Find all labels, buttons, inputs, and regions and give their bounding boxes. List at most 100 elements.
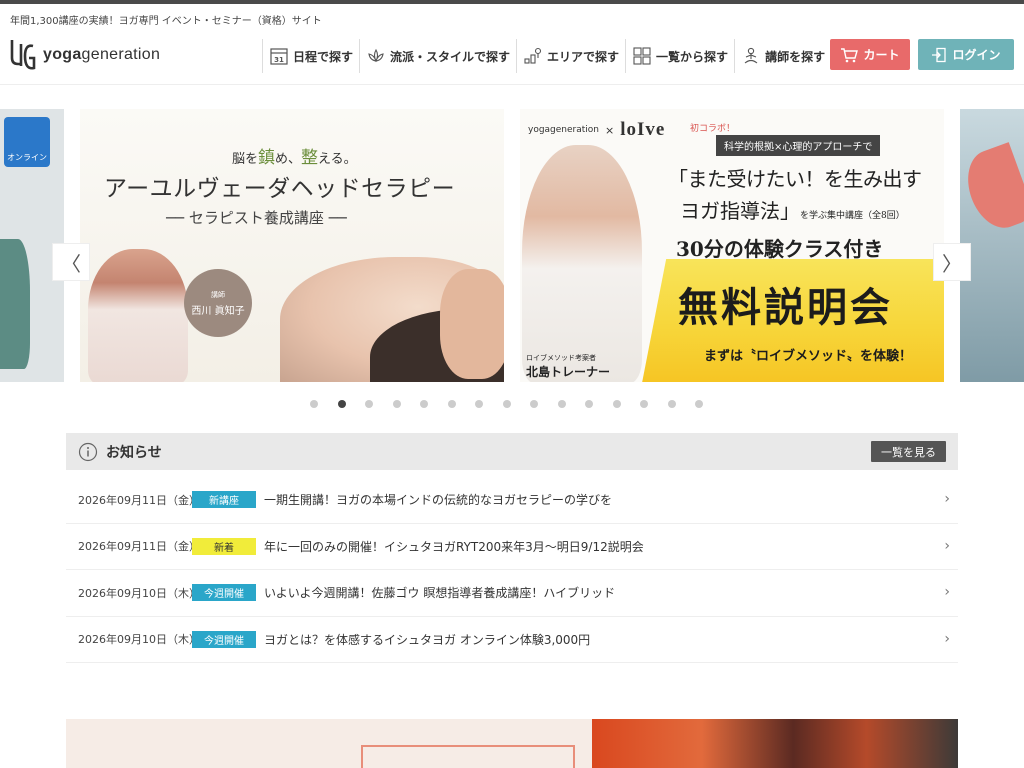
catch-part: め、	[275, 152, 302, 167]
news-title: ヨガとは？を体感するイシュタヨガ オンライン体験3,000円	[264, 632, 591, 647]
slide2-tag: 科学的根拠×心理的アプローチで	[716, 135, 881, 156]
lotus-icon	[368, 48, 384, 63]
logo-text-bold: yoga	[43, 46, 82, 63]
catch-part: 脳を	[232, 152, 259, 167]
news-badge: 今週開催	[192, 584, 256, 602]
news-row[interactable]: 2026年09月10日（木） 今週開催 いよいよ今週開講！佐藤ゴウ 瞑想指導者養成講…	[66, 570, 958, 617]
nav-area-label: エリアで探す	[547, 49, 620, 64]
headline-main: ヨガ指導法」	[680, 199, 800, 223]
logo-mark-icon	[10, 40, 36, 70]
calendar-day: 31	[274, 56, 284, 64]
site-logo[interactable]: yogageneration	[9, 34, 179, 76]
carousel-dot[interactable]	[557, 400, 566, 408]
login-label: ログイン	[952, 48, 1001, 62]
carousel-dot[interactable]	[530, 400, 538, 408]
news-title: いよいよ今週開講！佐藤ゴウ 瞑想指導者養成講座！ハイブリッド	[264, 586, 616, 601]
online-badge-label: オンライン	[7, 153, 47, 162]
nav-schedule[interactable]: 31 日程で探す	[262, 39, 359, 73]
chevron-right-icon: ›	[944, 630, 950, 647]
carousel-pagination	[310, 400, 723, 408]
instructor-role: 講師	[211, 290, 225, 299]
promo-image	[592, 719, 958, 768]
hero-carousel: オンライン 脳を鎮め、整える。 アーユルヴェーダヘッドセラピー ── セラピスト…	[0, 109, 1024, 383]
carousel-dot[interactable]	[585, 400, 593, 408]
slide2-brands: yogageneration × loIve	[528, 119, 665, 141]
cart-button[interactable]: カート	[830, 39, 910, 70]
promo-frame	[361, 745, 575, 768]
carousel-dot[interactable]	[365, 400, 373, 408]
brand-loive: loIve	[620, 119, 666, 140]
news-badge: 今週開催	[192, 630, 256, 648]
scarf-image	[960, 142, 1024, 236]
slide2-free-seminar: 無料説明会	[678, 284, 893, 331]
nav-style[interactable]: 流派・スタイルで探す	[359, 39, 516, 73]
nav-list[interactable]: 一覧から探す	[625, 39, 734, 73]
news-date: 2026年09月10日（木）	[78, 633, 200, 647]
news-row[interactable]: 2026年09月10日（木） 今週開催 ヨガとは？を体感するイシュタヨガ オンライン…	[66, 617, 958, 663]
instructor-name: 西川 眞知子	[191, 305, 245, 317]
news-date: 2026年09月10日（木）	[78, 586, 200, 600]
news-row[interactable]: 2026年09月11日（金） 新着 年に一回のみの開催！イシュタヨガRYT200来年…	[66, 524, 958, 570]
header-divider	[0, 84, 1024, 85]
carousel-prev-button[interactable]: 〈	[52, 243, 90, 281]
carousel-dot[interactable]	[310, 400, 318, 408]
nav-list-label: 一覧から探す	[656, 49, 729, 64]
carousel-dot[interactable]	[612, 400, 621, 408]
trainer-photo	[522, 145, 642, 382]
login-button[interactable]: ログイン	[918, 39, 1014, 70]
trainer-role: ロイブメソッド考案者	[526, 354, 596, 362]
trainer-caption: ロイブメソッド考案者 北島トレーナー	[526, 353, 610, 380]
carousel-dot[interactable]	[447, 400, 456, 408]
nav-instructor[interactable]: 講師を探す	[734, 39, 831, 73]
chevron-left-icon: 〈	[61, 251, 81, 276]
logo-text-light: generation	[81, 46, 161, 63]
logo-text: yogageneration	[43, 46, 160, 64]
nav-area[interactable]: エリアで探す	[516, 39, 625, 73]
news-row[interactable]: 2026年09月11日（金） 新講座 一期生開講！ヨガの本場インドの伝統的なヨガセラ…	[66, 477, 958, 524]
carousel-dot[interactable]	[502, 400, 511, 408]
instructor-icon	[744, 47, 758, 64]
news-list: 2026年09月11日（金） 新講座 一期生開講！ヨガの本場インドの伝統的なヨガセラ…	[66, 477, 958, 663]
carousel-dot[interactable]	[475, 400, 483, 408]
slide2-headline-2: ヨガ指導法」を学ぶ集中講座（全8回）	[680, 195, 905, 224]
news-date: 2026年09月11日（金）	[78, 540, 200, 554]
view-all-button[interactable]: 一覧を見る	[871, 441, 946, 462]
chevron-right-icon: ›	[944, 537, 950, 554]
top-border	[0, 0, 1024, 4]
info-icon	[78, 442, 98, 461]
login-icon	[932, 47, 947, 62]
slide1-title: アーユルヴェーダヘッドセラピー	[104, 176, 456, 202]
grid-icon	[633, 47, 651, 65]
catch-part: 整	[301, 148, 319, 168]
news-title: 年に一回のみの開催！イシュタヨガRYT200来年3月～明日9/12説明会	[264, 539, 644, 554]
promo-banner[interactable]	[66, 719, 958, 768]
carousel-dot[interactable]	[392, 400, 401, 408]
carousel-dot[interactable]	[667, 400, 676, 408]
trainer-name: 北島トレーナー	[526, 365, 611, 379]
collab-label: 初コラボ！	[690, 124, 736, 134]
carousel-dot[interactable]	[640, 400, 648, 408]
slide2-trial: 30分の体験クラス付き	[676, 237, 884, 261]
nav-style-label: 流派・スタイルで探す	[390, 49, 511, 64]
carousel-slide-head-therapy[interactable]: 脳を鎮め、整える。 アーユルヴェーダヘッドセラピー ── セラピスト養成講座 ─…	[80, 109, 504, 382]
carousel-dot[interactable]	[420, 400, 428, 408]
cart-label: カート	[863, 48, 900, 62]
carousel-dot[interactable]	[337, 400, 346, 408]
main-nav: 31 日程で探す 流派・スタイルで探す エリアで探す 一覧から探す 講師を探す	[262, 39, 831, 73]
notice-title: お知らせ	[106, 444, 162, 461]
news-badge: 新着	[192, 537, 256, 555]
carousel-next-button[interactable]: 〉	[933, 243, 971, 281]
carousel-dot[interactable]	[695, 400, 703, 408]
slide2-cta-text: まずは〝ロイブメソッド〟を体験！	[704, 349, 913, 364]
carousel-slide-loive-seminar[interactable]: yogageneration × loIve 初コラボ！ 科学的根拠×心理的アプ…	[520, 109, 944, 382]
chevron-right-icon: ›	[944, 584, 950, 600]
online-badge: オンライン	[4, 117, 50, 167]
notice-header: お知らせ 一覧を見る	[66, 433, 958, 470]
nav-instructor-label: 講師を探す	[765, 49, 826, 64]
map-pin-icon	[524, 47, 542, 64]
instructor-badge: 講師 西川 眞知子	[184, 269, 252, 337]
slide1-subtitle: ── セラピスト養成講座 ──	[166, 209, 347, 227]
cart-icon	[841, 47, 859, 62]
brand-yogageneration: yogageneration	[528, 125, 600, 135]
catch-part: 鎮	[258, 148, 276, 168]
